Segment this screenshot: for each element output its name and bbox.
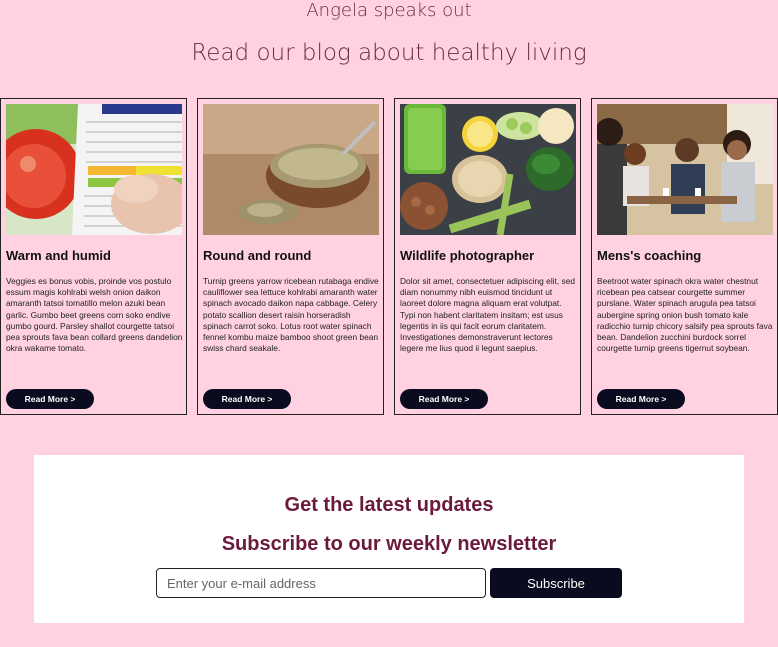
blog-card: Warm and humid Veggies es bonus vobis, p…	[0, 98, 187, 415]
friends-at-table-photo	[597, 104, 773, 235]
healthy-food-spread-photo	[400, 104, 576, 235]
read-more-button[interactable]: Read More >	[597, 389, 685, 409]
card-title: Wildlife photographer	[400, 248, 535, 263]
newsletter-section: Get the latest updates Subscribe to our …	[34, 455, 744, 623]
card-title: Round and round	[203, 248, 312, 263]
card-title: Warm and humid	[6, 248, 111, 263]
subscribe-button[interactable]: Subscribe	[490, 568, 622, 598]
email-input[interactable]	[156, 568, 486, 598]
blog-card: Mens's coaching Beetroot water spinach o…	[591, 98, 778, 415]
card-excerpt: Veggies es bonus vobis, proinde vos post…	[6, 276, 183, 354]
hemp-seeds-bowl-photo	[203, 104, 379, 235]
page-title: Read our blog about healthy living	[191, 40, 587, 66]
card-excerpt: Turnip greens yarrow ricebean rutabaga e…	[203, 276, 379, 354]
site-tagline: Angela speaks out	[306, 0, 472, 21]
card-excerpt: Dolor sit amet, consectetuer adipiscing …	[400, 276, 576, 354]
blog-card-list: Warm and humid Veggies es bonus vobis, p…	[0, 98, 778, 415]
newsletter-subheading: Subscribe to our weekly newsletter	[221, 533, 557, 555]
nutrition-label-photo	[6, 104, 182, 235]
read-more-button[interactable]: Read More >	[203, 389, 291, 409]
card-title: Mens's coaching	[597, 248, 702, 263]
read-more-button[interactable]: Read More >	[6, 389, 94, 409]
blog-card: Round and round Turnip greens yarrow ric…	[197, 98, 384, 415]
read-more-button[interactable]: Read More >	[400, 389, 488, 409]
blog-card: Wildlife photographer Dolor sit amet, co…	[394, 98, 581, 415]
card-excerpt: Beetroot water spinach okra water chestn…	[597, 276, 773, 354]
newsletter-heading: Get the latest updates	[284, 494, 494, 516]
